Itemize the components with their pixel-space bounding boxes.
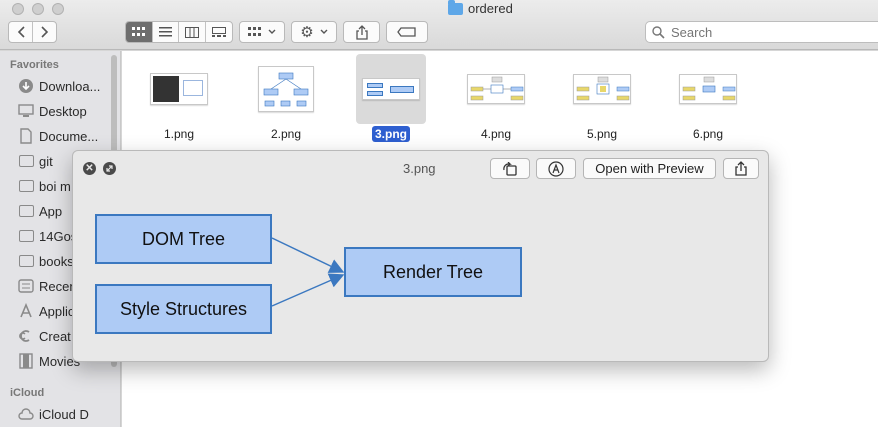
document-icon bbox=[18, 128, 34, 144]
edge-dom-to-render bbox=[271, 237, 345, 273]
group-button[interactable] bbox=[239, 21, 285, 43]
clock-icon bbox=[18, 278, 34, 294]
folder-icon bbox=[448, 0, 463, 15]
back-forward-control bbox=[8, 21, 57, 43]
chevron-down-icon bbox=[268, 29, 276, 34]
close-window-button[interactable] bbox=[12, 3, 24, 15]
group-icon bbox=[248, 27, 261, 36]
file-thumbnail bbox=[362, 78, 420, 100]
folder-icon bbox=[18, 253, 34, 269]
share-icon bbox=[355, 24, 368, 40]
file-thumbnail bbox=[467, 74, 525, 104]
folder-icon bbox=[18, 228, 34, 244]
film-icon bbox=[18, 353, 34, 369]
gallery-view-button[interactable] bbox=[206, 22, 232, 42]
download-icon bbox=[18, 78, 34, 94]
folder-icon bbox=[18, 203, 34, 219]
grid-icon bbox=[132, 27, 146, 36]
column-view-button[interactable] bbox=[179, 22, 206, 42]
finder-toolbar: ordered ⚙ Search bbox=[0, 0, 878, 50]
share-button[interactable] bbox=[343, 21, 380, 43]
file-name: 2.png bbox=[270, 127, 302, 141]
chevron-right-icon bbox=[40, 26, 48, 38]
sidebar-item-label: Applic bbox=[39, 303, 75, 319]
sidebar-item-label: boi m bbox=[39, 178, 71, 194]
file-thumbnail bbox=[573, 74, 631, 104]
folder-icon bbox=[18, 178, 34, 194]
file-thumbnail-area bbox=[251, 54, 321, 124]
file-thumbnail-area bbox=[567, 54, 637, 124]
diagram-node-style-structures: Style Structures bbox=[95, 284, 272, 334]
chevron-down-icon bbox=[320, 29, 328, 34]
cloud-icon bbox=[18, 406, 34, 422]
sidebar-item-label: Creat bbox=[39, 328, 71, 344]
file-name: 5.png bbox=[586, 127, 618, 141]
sidebar-item-label: Desktop bbox=[39, 103, 87, 119]
file-item[interactable]: 2.png bbox=[251, 54, 321, 144]
window-title: ordered bbox=[448, 0, 513, 16]
diagram-node-render-tree: Render Tree bbox=[344, 247, 522, 297]
file-item[interactable]: 5.png bbox=[567, 54, 637, 144]
tag-icon bbox=[397, 27, 416, 37]
list-icon bbox=[158, 27, 172, 37]
search-field[interactable] bbox=[645, 21, 878, 43]
file-item[interactable]: 4.png bbox=[461, 54, 531, 144]
sidebar-item-label: git bbox=[39, 153, 53, 169]
file-item-selected[interactable]: 3.png bbox=[356, 54, 426, 144]
action-menu-button[interactable]: ⚙ bbox=[291, 21, 337, 43]
sidebar-item-label: Recen bbox=[39, 278, 77, 294]
file-thumbnail-area bbox=[673, 54, 743, 124]
search-input[interactable] bbox=[671, 24, 861, 40]
file-thumbnail-area bbox=[356, 54, 426, 124]
forward-button[interactable] bbox=[33, 22, 56, 42]
file-name: 4.png bbox=[480, 127, 512, 141]
gear-icon: ⚙ bbox=[300, 24, 314, 41]
gallery-icon bbox=[211, 26, 226, 37]
columns-icon bbox=[184, 26, 199, 38]
sidebar-item-label: iCloud D bbox=[39, 406, 89, 422]
file-name: 6.png bbox=[692, 127, 724, 141]
folder-icon bbox=[18, 153, 34, 169]
edge-style-to-render bbox=[271, 273, 345, 307]
sidebar-item-label: books bbox=[39, 253, 74, 269]
file-thumbnail bbox=[679, 74, 737, 104]
list-view-button[interactable] bbox=[153, 22, 179, 42]
file-thumbnail-area bbox=[144, 54, 214, 124]
sidebar-item-downloads[interactable]: Downloa... bbox=[18, 75, 116, 97]
sidebar-item-label: App bbox=[39, 203, 63, 219]
search-icon bbox=[652, 25, 665, 39]
sidebar-item-label: Downloa... bbox=[39, 78, 101, 94]
icon-view-button[interactable] bbox=[126, 22, 153, 42]
window-title-text: ordered bbox=[468, 1, 513, 16]
desktop-icon bbox=[18, 103, 34, 119]
quick-look-panel: ✕ 3.png Open with Preview DOM Tree Style… bbox=[72, 150, 769, 362]
file-thumbnail bbox=[258, 66, 314, 112]
applications-icon bbox=[18, 303, 34, 319]
file-item[interactable]: 6.png bbox=[673, 54, 743, 144]
file-name: 1.png bbox=[163, 127, 195, 141]
file-item[interactable]: 1.png bbox=[144, 54, 214, 144]
icloud-header: iCloud bbox=[10, 387, 45, 399]
sidebar-item-documents[interactable]: Docume... bbox=[18, 125, 116, 147]
minimize-window-button[interactable] bbox=[32, 3, 44, 15]
creative-cloud-icon bbox=[18, 328, 34, 344]
sidebar-item-icloud-drive[interactable]: iCloud D bbox=[18, 403, 116, 425]
back-button[interactable] bbox=[9, 22, 33, 42]
favorites-header: Favorites bbox=[10, 59, 59, 71]
file-thumbnail bbox=[150, 73, 208, 105]
file-name: 3.png bbox=[356, 126, 426, 142]
diagram-node-dom-tree: DOM Tree bbox=[95, 214, 272, 264]
chevron-left-icon bbox=[17, 26, 25, 38]
tag-button[interactable] bbox=[386, 21, 428, 43]
zoom-window-button[interactable] bbox=[52, 3, 64, 15]
view-mode-control bbox=[125, 21, 233, 43]
sidebar-item-label: Docume... bbox=[39, 128, 99, 144]
sidebar-item-desktop[interactable]: Desktop bbox=[18, 100, 116, 122]
file-thumbnail-area bbox=[461, 54, 531, 124]
